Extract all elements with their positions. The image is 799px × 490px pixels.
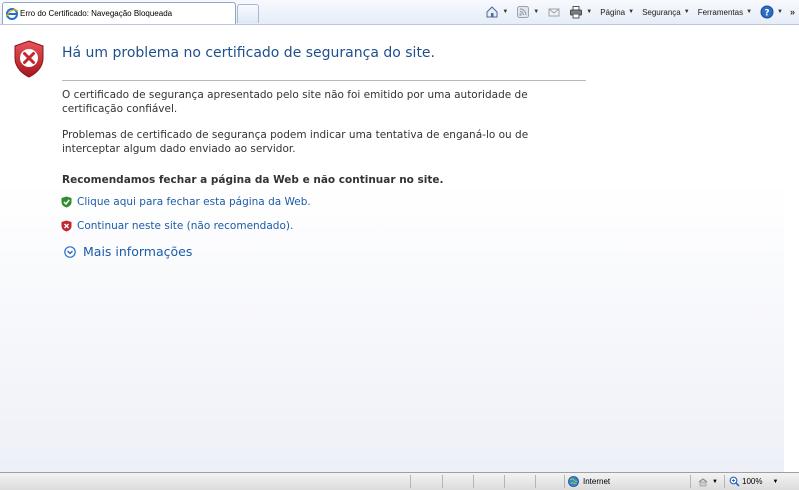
toolbar-overflow-chevron[interactable]: »	[790, 7, 795, 17]
tab-certificate-error[interactable]: Erro do Certificado: Navegação Bloqueada	[2, 2, 236, 24]
green-shield-check-icon	[61, 196, 72, 208]
certificate-explanation: O certificado de segurança apresentado p…	[62, 89, 528, 115]
status-divider	[504, 475, 505, 488]
help-button[interactable]: ? ▼	[757, 4, 786, 20]
tab-title: Erro do Certificado: Navegação Bloqueada	[20, 9, 173, 18]
vertical-scrollbar[interactable]	[784, 25, 799, 472]
zoom-icon	[729, 476, 740, 487]
expand-circle-icon	[64, 245, 76, 258]
help-icon: ?	[760, 5, 774, 19]
zoom-magnifier-icon	[698, 477, 708, 486]
svg-text:?: ?	[764, 9, 769, 19]
status-divider	[442, 475, 443, 488]
continue-site-link[interactable]: Continuar neste site (não recomendado).	[61, 220, 293, 232]
security-menu-label: Segurança	[642, 7, 681, 17]
recommendation-text: Recomendamos fechar a página da Web e nã…	[62, 174, 444, 186]
status-divider	[410, 475, 411, 488]
status-divider	[535, 475, 536, 488]
zoom-control[interactable]: 100% ▼	[729, 475, 778, 488]
title-divider	[62, 80, 586, 81]
tools-menu[interactable]: Ferramentas ▼	[695, 4, 755, 20]
rss-feed-icon	[517, 6, 530, 18]
close-page-link-text[interactable]: Clique aqui para fechar esta página da W…	[77, 196, 311, 208]
protected-mode-button[interactable]: ▼	[697, 475, 718, 488]
print-button[interactable]: ▼	[566, 4, 595, 20]
status-divider	[564, 475, 565, 488]
page-title: Há um problema no certificado de seguran…	[62, 45, 435, 61]
printer-icon	[570, 6, 583, 19]
home-button[interactable]: ▼	[482, 4, 511, 20]
ie-logo-icon	[6, 7, 18, 20]
status-divider	[690, 475, 691, 488]
status-bar: Internet ▼ 100% ▼	[0, 472, 799, 490]
new-tab-button[interactable]	[237, 4, 259, 23]
more-info-label[interactable]: Mais informações	[83, 244, 192, 259]
home-icon	[486, 6, 498, 18]
command-bar: ▼ ▼ ▼ Página ▼ Segurança ▼ Ferramentas ▼…	[482, 3, 795, 21]
zoom-level: 100%	[742, 477, 763, 486]
tools-menu-label: Ferramentas	[697, 7, 744, 17]
close-page-link[interactable]: Clique aqui para fechar esta página da W…	[61, 196, 311, 208]
red-shield-x-icon	[61, 220, 72, 232]
globe-icon	[568, 476, 579, 487]
page-menu[interactable]: Página ▼	[597, 4, 637, 20]
more-info-toggle[interactable]: Mais informações	[64, 244, 192, 259]
mail-icon	[548, 8, 560, 17]
error-shield-icon	[14, 40, 44, 78]
mail-button[interactable]	[544, 4, 564, 20]
status-divider	[724, 475, 725, 488]
continue-site-link-text[interactable]: Continuar neste site (não recomendado).	[77, 220, 293, 232]
security-zone-label: Internet	[583, 477, 611, 486]
security-menu[interactable]: Segurança ▼	[639, 4, 693, 20]
feeds-button[interactable]: ▼	[513, 4, 542, 20]
page-menu-label: Página	[600, 7, 626, 17]
error-page: Há um problema no certificado de seguran…	[0, 25, 785, 472]
risk-explanation: Problemas de certificado de segurança po…	[62, 129, 529, 155]
status-divider	[473, 475, 474, 488]
browser-toolbar: Erro do Certificado: Navegação Bloqueada…	[0, 0, 799, 25]
security-zone[interactable]: Internet	[568, 475, 610, 488]
